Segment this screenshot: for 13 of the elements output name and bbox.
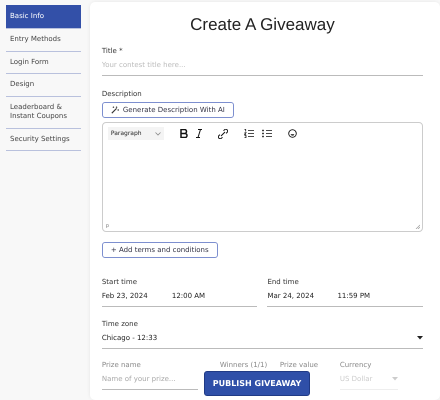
wand-icon [110, 106, 119, 114]
caret-icon [392, 377, 398, 381]
caret-icon [417, 336, 423, 340]
publish-button[interactable]: PUBLISH GIVEAWAY [204, 371, 310, 396]
numbered-list-icon[interactable] [244, 129, 254, 138]
italic-icon[interactable] [196, 129, 202, 138]
link-icon[interactable] [218, 128, 228, 138]
resize-handle-icon[interactable] [415, 224, 420, 229]
chevron-icon [154, 132, 161, 136]
emoji-icon[interactable] [288, 129, 297, 138]
bullet-list-icon[interactable] [262, 129, 272, 138]
bold-icon[interactable] [180, 129, 188, 138]
form-heading: Create A Giveaway [189, 15, 336, 35]
